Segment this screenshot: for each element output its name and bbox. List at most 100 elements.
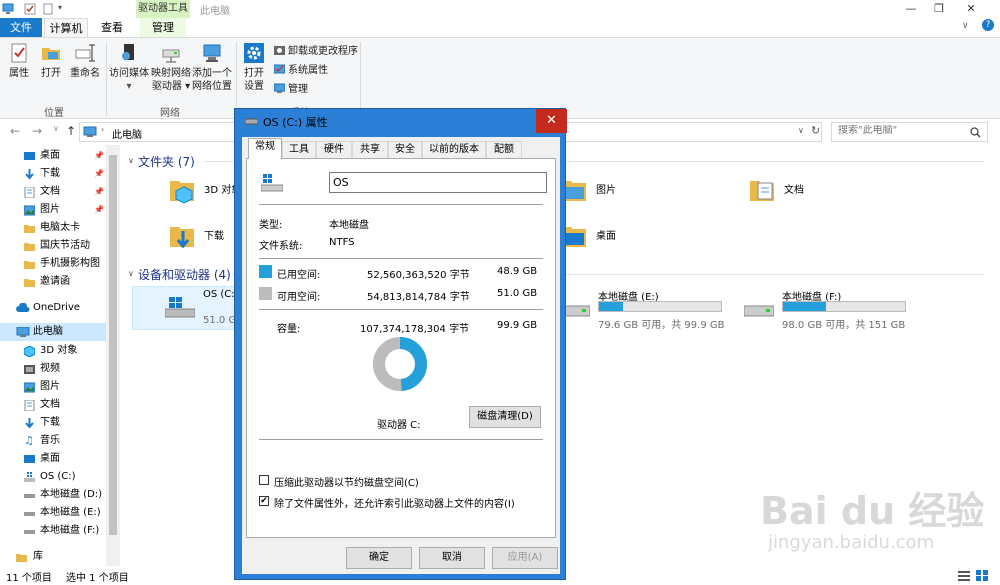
location-group-label: 位置 [44, 108, 64, 119]
nav-this-pc[interactable]: 此电脑 [0, 323, 106, 341]
breadcrumb-path[interactable]: 此电脑 [112, 126, 142, 141]
nav-quick-folder[interactable]: 手机摄影构图 [0, 255, 106, 273]
disk-cleanup-button[interactable]: 磁盘清理(D) [469, 406, 541, 428]
nav-quick-folder[interactable]: 电脑太卡 [0, 219, 106, 237]
nav-libraries[interactable]: 库 [0, 548, 106, 566]
up-arrow-icon[interactable]: ↑ [66, 124, 76, 138]
back-arrow-icon[interactable]: ← [10, 124, 20, 138]
properties-button[interactable]: 属性 [6, 40, 32, 80]
search-icon[interactable] [970, 127, 981, 138]
close-window-button[interactable]: ✕ [954, 0, 988, 18]
nav-quick-documents[interactable]: 文档 📌 [0, 183, 106, 201]
rename-button[interactable]: 重命名 [68, 40, 102, 80]
nav-quick-downloads[interactable]: 下载 📌 [0, 165, 106, 183]
drive-tile-c[interactable]: OS (C:) 51.0 GB [132, 286, 244, 330]
dialog-close-button[interactable]: ✕ [536, 109, 567, 133]
nav-pc-drive-d[interactable]: 本地磁盘 (D:) [0, 486, 106, 504]
nav-quick-folder[interactable]: 国庆节活动 [0, 237, 106, 255]
ok-button[interactable]: 确定 [346, 547, 412, 569]
maximize-button[interactable]: ❐ [922, 0, 956, 18]
folder-tile[interactable]: 文档 [748, 175, 868, 215]
tab-previous-versions[interactable]: 以前的版本 [422, 141, 486, 158]
compress-drive-label[interactable]: 压缩此驱动器以节约磁盘空间(C) [274, 474, 419, 489]
computer-icon[interactable] [2, 3, 14, 15]
folders-section-header[interactable]: 文件夹 (7) [138, 153, 195, 170]
dialog-title: OS (C:) 属性 [263, 116, 328, 129]
nav-onedrive[interactable]: OneDrive [0, 299, 106, 317]
nav-pc-documents[interactable]: 文档 [0, 396, 106, 414]
folder-tile[interactable]: 图片 [560, 175, 680, 215]
used-space-label: 已用空间: [277, 270, 321, 281]
tab-hardware[interactable]: 硬件 [316, 141, 352, 158]
manage-button[interactable]: 管理 [274, 82, 308, 98]
open-settings-button[interactable]: 打开 设置 [240, 40, 268, 93]
details-view-icon[interactable] [958, 570, 970, 581]
qat-dropdown-icon[interactable]: ▾ [58, 3, 70, 15]
nav-quick-pictures[interactable]: 图片 📌 [0, 201, 106, 219]
drive-tile-e[interactable]: 本地磁盘 (E:) 79.6 GB 可用，共 99.9 GB [560, 288, 740, 332]
nav-pc-pictures[interactable]: 图片 [0, 378, 106, 396]
title-bar: ▾ 驱动器工具 此电脑 — ❐ ✕ [0, 0, 1000, 18]
address-dropdown-icon[interactable]: ∨ [798, 126, 804, 135]
help-icon[interactable]: ? [982, 19, 994, 31]
tab-file[interactable]: 文件 [0, 18, 42, 37]
drive-tile-f[interactable]: 本地磁盘 (F:) 98.0 GB 可用，共 151 GB [744, 288, 924, 332]
refresh-icon[interactable]: ↻ [811, 124, 820, 137]
ribbon-separator [236, 42, 237, 116]
nav-pc-music[interactable]: ♫ 音乐 [0, 432, 106, 450]
map-network-drive-button[interactable]: 映射网络 驱动器 ▾ [151, 40, 191, 93]
add-location-label-1: 添加一个 [192, 68, 232, 79]
apply-button[interactable]: 应用(A) [492, 547, 558, 569]
nav-pc-drive-e[interactable]: 本地磁盘 (E:) [0, 504, 106, 522]
access-media-button[interactable]: 访问媒体 ▾ [109, 40, 149, 93]
tab-security[interactable]: 安全 [388, 141, 422, 158]
tab-view[interactable]: 查看 [94, 18, 130, 37]
index-content-label[interactable]: 除了文件属性外，还允许索引此驱动器上文件的内容(I) [274, 495, 515, 510]
uninstall-program-button[interactable]: 卸载或更改程序 [274, 44, 358, 60]
ribbon-collapse-icon[interactable]: ∨ [962, 21, 969, 31]
nav-pc-drive-c[interactable]: OS (C:) [0, 468, 106, 486]
tab-sharing[interactable]: 共享 [352, 141, 388, 158]
drive-name-input[interactable] [329, 172, 547, 193]
system-properties-button[interactable]: 系统属性 [274, 63, 328, 79]
nav-pc-videos[interactable]: 视频 [0, 360, 106, 378]
folder-tile[interactable]: 桌面 [560, 221, 680, 261]
properties-check-icon[interactable] [24, 3, 36, 15]
network-drive-icon [162, 49, 180, 63]
tiles-view-icon[interactable] [976, 570, 988, 581]
open-button[interactable]: 打开 [38, 40, 64, 80]
hard-drive-icon [24, 530, 35, 534]
search-box[interactable] [831, 122, 988, 142]
tab-tools[interactable]: 工具 [282, 141, 316, 158]
search-input[interactable] [838, 125, 966, 136]
collapse-chevron-icon[interactable]: ∨ [128, 156, 134, 165]
content-scrollbar[interactable] [988, 145, 1000, 566]
pin-icon[interactable]: 📌 [94, 147, 104, 165]
new-folder-icon[interactable] [42, 3, 54, 15]
media-server-icon [122, 44, 134, 60]
nav-pc-downloads[interactable]: 下载 [0, 414, 106, 432]
tab-manage[interactable]: 管理 [140, 18, 186, 37]
forward-arrow-icon[interactable]: → [32, 124, 42, 138]
nav-scrollbar-thumb[interactable] [109, 155, 117, 535]
pin-icon[interactable]: 📌 [94, 165, 104, 183]
nav-quick-desktop[interactable]: 桌面 📌 [0, 147, 106, 165]
add-network-location-button[interactable]: 添加一个 网络位置 [192, 40, 232, 93]
tab-computer[interactable]: 计算机 [44, 18, 88, 37]
tab-quota[interactable]: 配额 [486, 141, 522, 158]
cancel-button[interactable]: 取消 [419, 547, 485, 569]
nav-pc-3d-objects[interactable]: 3D 对象 [0, 342, 106, 360]
compress-drive-checkbox[interactable] [259, 475, 269, 485]
nav-quick-folder[interactable]: 邀请函 [0, 273, 106, 291]
collapse-chevron-icon[interactable]: ∨ [128, 269, 134, 278]
drives-section-header[interactable]: 设备和驱动器 (4) [138, 266, 231, 283]
nav-pc-drive-f[interactable]: 本地磁盘 (F:) [0, 522, 106, 540]
nav-pc-desktop[interactable]: 桌面 [0, 450, 106, 468]
tab-general[interactable]: 常规 [248, 138, 282, 159]
pin-icon[interactable]: 📌 [94, 183, 104, 201]
recent-dropdown-icon[interactable]: ∨ [53, 124, 59, 133]
index-content-checkbox[interactable]: ✔ [259, 496, 269, 506]
nav-scrollbar[interactable] [106, 145, 120, 566]
pin-icon[interactable]: 📌 [94, 201, 104, 219]
breadcrumb-chevron-icon[interactable]: › [101, 125, 104, 134]
